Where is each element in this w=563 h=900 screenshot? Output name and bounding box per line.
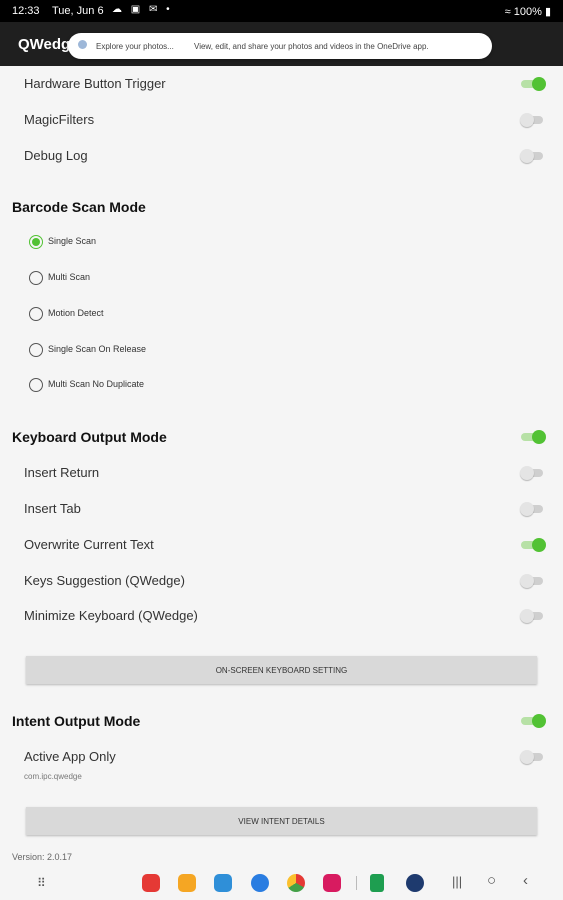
insert-return-switch[interactable]	[518, 465, 546, 481]
gallery-icon[interactable]	[214, 874, 232, 892]
keys-suggestion-label: Keys Suggestion (QWedge)	[24, 573, 185, 588]
magic-filters-switch[interactable]	[518, 112, 546, 128]
insert-tab-row[interactable]: Insert Tab	[0, 491, 563, 527]
minimize-keyboard-label: Minimize Keyboard (QWedge)	[24, 608, 198, 623]
intent-output-mode-switch[interactable]	[518, 713, 546, 729]
battery-text: 100%	[513, 6, 542, 18]
debug-log-switch[interactable]	[518, 148, 546, 164]
insert-return-row[interactable]: Insert Return	[0, 455, 563, 491]
insert-return-label: Insert Return	[24, 465, 100, 480]
radio-label: Single Scan On Release	[48, 344, 147, 354]
barcode-scan-mode-title: Barcode Scan Mode	[12, 199, 146, 215]
keyboard-output-mode-switch[interactable]	[518, 429, 546, 445]
magic-filters-row[interactable]: MagicFilters	[0, 102, 563, 138]
minimize-keyboard-row[interactable]: Minimize Keyboard (QWedge)	[0, 598, 563, 634]
settings-icon[interactable]	[406, 874, 424, 892]
files-icon[interactable]	[178, 874, 196, 892]
home-icon[interactable]: ○	[487, 872, 496, 889]
radio-button[interactable]	[29, 235, 43, 249]
hardware-button-trigger-row[interactable]: Hardware Button Trigger	[0, 66, 563, 102]
notification-icons: ☁ ▣ ✉ •	[112, 4, 173, 15]
app-version: Version: 2.0.17	[12, 852, 73, 862]
recents-icon[interactable]: |||	[452, 874, 462, 889]
overwrite-current-text-label: Overwrite Current Text	[24, 537, 154, 552]
radio-label: Motion Detect	[48, 308, 104, 318]
keys-suggestion-switch[interactable]	[518, 573, 546, 589]
radio-button[interactable]	[29, 378, 43, 392]
radio-single-scan-on-release[interactable]: Single Scan On Release	[0, 336, 563, 366]
on-screen-keyboard-setting-button[interactable]: ON-SCREEN KEYBOARD SETTING	[26, 656, 537, 684]
keyboard-output-mode-title: Keyboard Output Mode	[12, 429, 167, 445]
radio-label: Multi Scan No Duplicate	[48, 379, 145, 389]
insert-tab-label: Insert Tab	[24, 501, 81, 516]
flipboard-icon[interactable]	[142, 874, 160, 892]
taskbar: ⠿ ||| ○ ‹	[0, 866, 563, 900]
radio-button[interactable]	[29, 271, 43, 285]
active-app-package: com.ipc.qwedge	[24, 772, 82, 781]
radio-label: Multi Scan	[48, 272, 91, 282]
debug-log-row[interactable]: Debug Log	[0, 138, 563, 174]
status-bar: 12:33 Tue, Jun 6 ☁ ▣ ✉ • ≈ 100% ▮	[0, 0, 563, 22]
insert-tab-switch[interactable]	[518, 501, 546, 517]
apps-grid-icon[interactable]: ⠿	[37, 876, 51, 890]
debug-log-label: Debug Log	[24, 148, 88, 163]
radio-label: Single Scan	[48, 236, 97, 246]
hardware-button-trigger-label: Hardware Button Trigger	[24, 76, 166, 91]
radio-button[interactable]	[29, 343, 43, 357]
status-date: Tue, Jun 6	[52, 5, 104, 17]
magic-filters-label: MagicFilters	[24, 112, 95, 127]
notification-title: Explore your photos...	[96, 42, 174, 51]
overwrite-current-text-switch[interactable]	[518, 537, 546, 553]
radio-single-scan[interactable]: Single Scan	[0, 228, 563, 258]
battery-icon: ▮	[541, 6, 551, 18]
active-app-only-row[interactable]: Active App Only	[0, 739, 563, 775]
wifi-icon: ≈	[504, 6, 514, 18]
active-app-only-switch[interactable]	[518, 749, 546, 765]
keyboard-output-mode-row[interactable]: Keyboard Output Mode	[0, 419, 563, 455]
hardware-button-trigger-switch[interactable]	[518, 76, 546, 92]
onedrive-cloud-icon	[78, 40, 87, 49]
onedrive-notification[interactable]: Explore your photos... View, edit, and s…	[68, 33, 492, 59]
radio-multi-scan[interactable]: Multi Scan	[0, 264, 563, 294]
active-app-only-label: Active App Only	[24, 749, 116, 764]
keys-suggestion-row[interactable]: Keys Suggestion (QWedge)	[0, 563, 563, 599]
status-time: 12:33	[12, 5, 40, 17]
sheets-icon[interactable]	[370, 874, 384, 892]
notification-text: View, edit, and share your photos and vi…	[194, 42, 429, 51]
intent-output-mode-row[interactable]: Intent Output Mode	[0, 703, 563, 739]
radio-multi-scan-no-duplicate[interactable]: Multi Scan No Duplicate	[0, 371, 563, 401]
battery-indicator: ≈ 100% ▮	[505, 5, 551, 18]
intent-output-mode-title: Intent Output Mode	[12, 713, 141, 729]
back-icon[interactable]: ‹	[523, 872, 528, 889]
view-intent-details-button[interactable]: VIEW INTENT DETAILS	[26, 807, 537, 835]
radio-button[interactable]	[29, 307, 43, 321]
youtube-icon[interactable]	[323, 874, 341, 892]
taskbar-divider	[356, 876, 357, 890]
messages-icon[interactable]	[251, 874, 269, 892]
minimize-keyboard-switch[interactable]	[518, 608, 546, 624]
chrome-icon[interactable]	[287, 874, 305, 892]
overwrite-current-text-row[interactable]: Overwrite Current Text	[0, 527, 563, 563]
radio-motion-detect[interactable]: Motion Detect	[0, 300, 563, 330]
